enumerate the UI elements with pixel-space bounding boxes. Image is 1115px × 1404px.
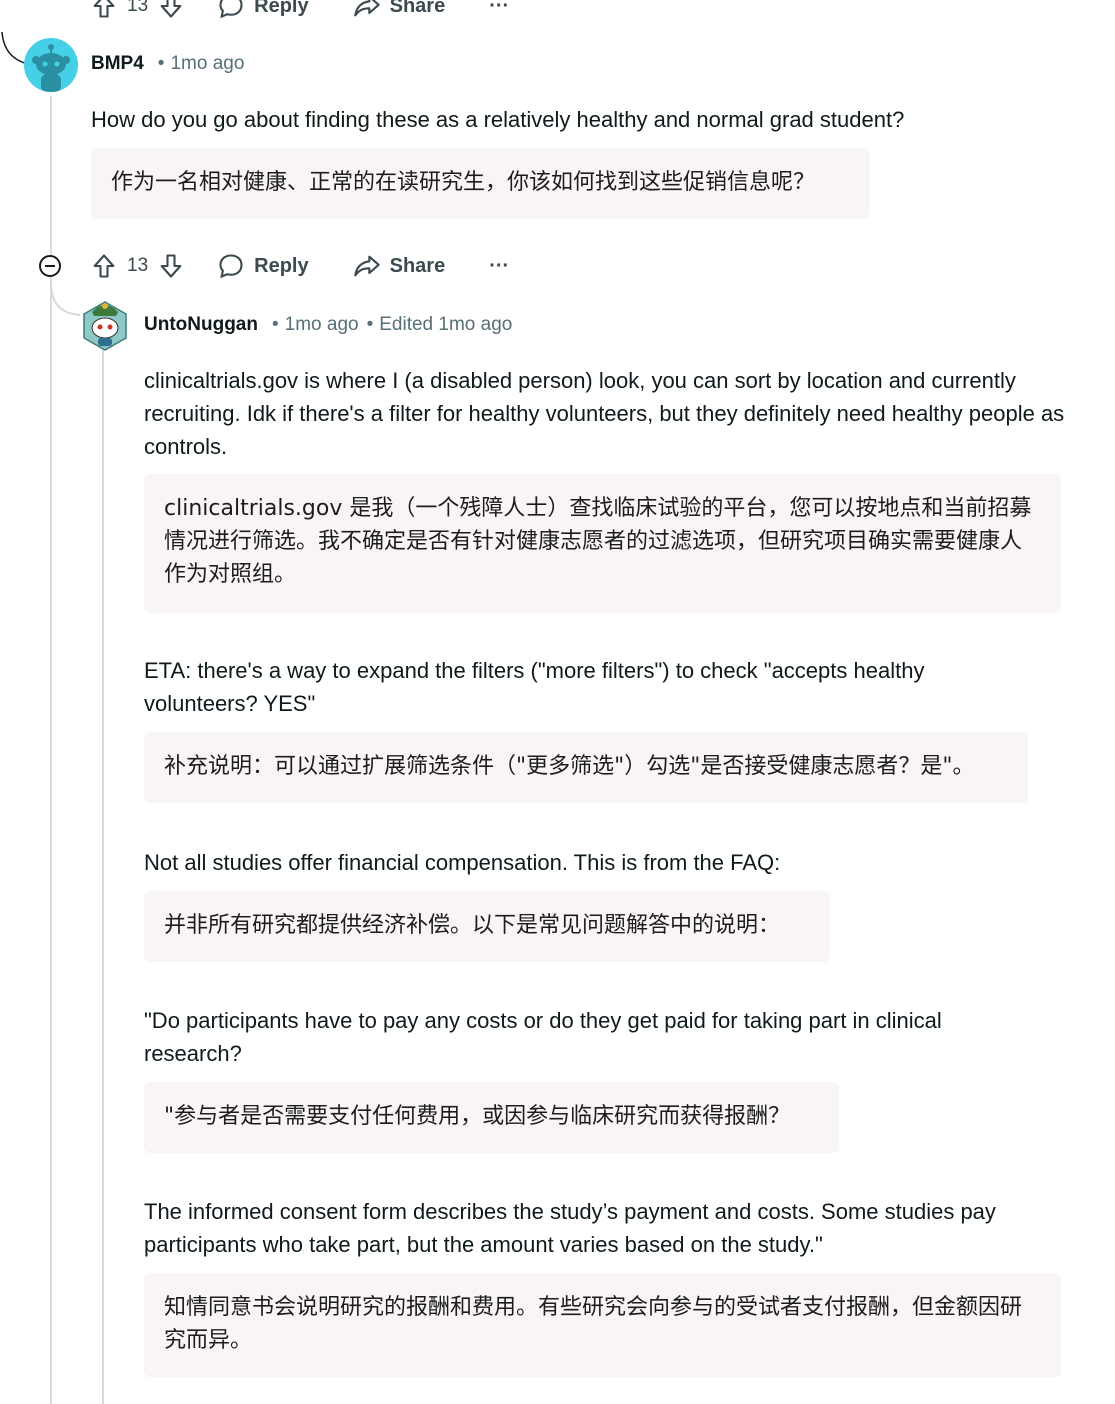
share-button[interactable]: Share [353, 0, 446, 20]
edited-label: Edited 1mo ago [379, 314, 513, 335]
share-label: Share [389, 0, 446, 17]
comment-paragraph: clinicaltrials.gov is where I (a disable… [144, 368, 1065, 459]
thread-branch-curve-2 [50, 285, 81, 316]
meta-dot: • [271, 314, 279, 335]
downvote-button[interactable] [157, 252, 185, 280]
reply-label: Reply [254, 0, 309, 17]
upvote-button[interactable] [90, 0, 118, 20]
translation-text: 并非所有研究都提供经济补偿。以下是常见问题解答中的说明： [164, 913, 781, 938]
vote-count: 13 [127, 0, 149, 16]
comment-action-row: 13 Reply Share ··· [90, 250, 509, 282]
snoo-avatar-icon [83, 301, 127, 351]
arrow-down-icon [160, 0, 182, 18]
snoo-avatar-icon [32, 44, 70, 92]
comment-bubble-icon [219, 0, 243, 19]
translation-box: 知情同意书会说明研究的报酬和费用。有些研究会向参与的受试者支付报酬，但金额因研究… [144, 1273, 1061, 1377]
comment-paragraph: Not all studies offer financial compensa… [144, 850, 781, 875]
share-icon [353, 0, 380, 17]
translation-box: "参与者是否需要支付任何费用，或因参与临床研究而获得报酬？ [144, 1082, 839, 1153]
translation-text: 知情同意书会说明研究的报酬和费用。有些研究会向参与的受试者支付报酬，但金额因研究… [164, 1295, 1023, 1353]
comment-header-bmp4: BMP4 • 1mo ago [91, 53, 244, 75]
vote-count: 13 [127, 255, 149, 276]
translation-text: 作为一名相对健康、正常的在读研究生，你该如何找到这些促销信息呢？ [111, 170, 816, 195]
avatar-untonuggan[interactable] [80, 296, 130, 352]
username[interactable]: BMP4 [91, 53, 144, 75]
comment-body: How do you go about finding these as a r… [91, 107, 905, 132]
more-icon: ··· [489, 0, 510, 17]
username[interactable]: UntoNuggan [144, 314, 258, 336]
upvote-button[interactable] [90, 252, 118, 280]
minus-icon [45, 265, 55, 267]
avatar-bmp4[interactable] [24, 38, 78, 92]
comment-bubble-icon [219, 254, 243, 279]
comment-paragraph: ETA: there's a way to expand the filters… [144, 658, 925, 716]
timestamp[interactable]: 1mo ago [170, 53, 244, 75]
translation-text: "参与者是否需要支付任何费用，或因参与临床研究而获得报酬？ [164, 1104, 791, 1129]
translation-box: clinicaltrials.gov 是我（一个残障人士）查找临床试验的平台，您… [144, 474, 1061, 613]
timestamp[interactable]: 1mo ago [285, 314, 359, 336]
reply-button[interactable]: Reply [217, 0, 309, 20]
share-label: Share [389, 254, 446, 277]
translation-box: 作为一名相对健康、正常的在读研究生，你该如何找到这些促销信息呢？ [91, 148, 870, 219]
translation-box: 补充说明：可以通过扩展筛选条件（"更多筛选"）勾选"是否接受健康志愿者？是"。 [144, 732, 1028, 803]
translation-text: clinicaltrials.gov 是我（一个残障人士）查找临床试验的平台，您… [164, 496, 1032, 587]
comment-header-untonuggan: UntoNuggan • 1mo ago • Edited 1mo ago [144, 314, 512, 336]
arrow-down-icon [160, 254, 182, 278]
top-action-row: 13 Reply Share ··· [90, 0, 509, 22]
translation-box: 并非所有研究都提供经济补偿。以下是常见问题解答中的说明： [144, 891, 830, 962]
meta-dot: • [157, 53, 165, 74]
reply-button[interactable]: Reply [217, 252, 309, 280]
downvote-button[interactable] [157, 0, 185, 20]
share-button[interactable]: Share [353, 252, 446, 280]
reply-label: Reply [254, 254, 309, 277]
comment-paragraph: "Do participants have to pay any costs o… [144, 1008, 942, 1066]
translation-text: 补充说明：可以通过扩展筛选条件（"更多筛选"）勾选"是否接受健康志愿者？是"。 [164, 754, 975, 779]
more-icon: ··· [489, 254, 510, 277]
arrow-up-icon [93, 254, 115, 278]
more-options-button[interactable]: ··· [489, 255, 509, 278]
share-icon [353, 255, 380, 277]
meta-dot: • [366, 314, 374, 335]
thread-line-inner[interactable] [102, 350, 104, 1404]
more-options-button[interactable]: ··· [489, 0, 509, 18]
comment-paragraph: The informed consent form describes the … [144, 1199, 996, 1257]
arrow-up-icon [93, 0, 115, 18]
collapse-thread-button[interactable] [39, 255, 61, 277]
